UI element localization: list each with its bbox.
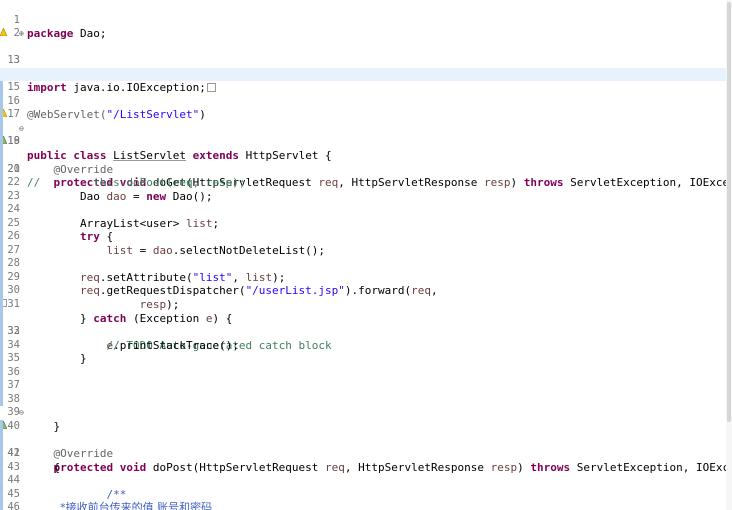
code-line-26: 26 list = dao.selectNotDeleteList();: [0, 217, 732, 257]
code-line-16: 16 @WebServlet("/ListServlet"): [0, 81, 732, 122]
code-line-31: 31 } catch (Exception e) {: [0, 284, 732, 325]
code-line-35: 35: [0, 339, 732, 364]
code-line-23: 23: [0, 176, 732, 202]
code-line-46: 46 */: [0, 488, 732, 510]
code-line-32: 32 // TODO Auto-generated catch block: [0, 298, 732, 352]
code-line-39: 39 }: [0, 393, 732, 433]
scrollbar-thumb[interactable]: [727, 2, 731, 422]
code-line-36: 36: [0, 352, 732, 378]
fold-collapse-icon[interactable]: ⊕: [19, 27, 24, 41]
code-line-30: 30 resp);: [0, 271, 732, 311]
code-editor[interactable]: 1 package Dao; 2 3 ⊕ import java.io.IOEx…: [0, 0, 732, 510]
code-line-3: 3 ⊕ import java.io.IOException;: [0, 27, 732, 94]
code-line-20: 20 protected void doGet(HttpServletReque…: [0, 135, 732, 189]
code-line-37: 37: [0, 366, 732, 391]
code-line-17: 17: [0, 95, 732, 120]
fold-expand-icon[interactable]: ⊖: [19, 122, 24, 136]
code-line-21: 21 // this.doPost(req, resp);: [0, 149, 732, 190]
code-line-42: 42 {: [0, 434, 732, 474]
code-line-24: 24 ArrayList<user> list;: [0, 190, 732, 230]
code-line-19: 19 ⊖ @Override: [0, 122, 732, 176]
code-line-41: 41 protected void doPost(HttpServletRequ…: [0, 420, 732, 474]
fold-expand-icon[interactable]: ⊖: [19, 406, 24, 420]
current-line-highlight: 15: [0, 67, 732, 93]
code-line-25: 25 try {: [0, 203, 732, 244]
code-line-33: 33 e.printStackTrace();: [0, 312, 732, 352]
change-bar-2: [0, 420, 3, 510]
code-line-40: 40 ⊖ @Override: [0, 406, 732, 460]
change-bar-1: [0, 81, 3, 406]
editor-lines: 1 package Dao; 2 3 ⊕ import java.io.IOEx…: [0, 0, 732, 510]
quick-diff-ruler: [0, 81, 3, 510]
code-line-22: 22 Dao dao = new Dao();: [0, 163, 732, 203]
code-line-44: 44 /**: [0, 461, 732, 501]
code-line-27: 27: [0, 230, 732, 256]
code-line-2: 2: [0, 14, 732, 39]
code-line-13: 13: [0, 41, 732, 66]
code-line-14: 14: [0, 54, 732, 80]
code-line-28: 28 req.setAttribute("list", list);: [0, 244, 732, 284]
code-line-47: 47: [0, 501, 732, 510]
code-line-43: 43: [0, 447, 732, 473]
code-line-29: 29 req.getRequestDispatcher("/userList.j…: [0, 257, 732, 298]
code-line-45: 45 *接收前台传来的值 账号和密码: [0, 474, 732, 510]
vertical-scrollbar[interactable]: [726, 0, 732, 510]
code-line-34: 34 }: [0, 325, 732, 366]
code-line-18: 18 public class ListServlet extends Http…: [0, 108, 732, 162]
code-line-38: 38: [0, 379, 732, 405]
code-line-1: 1 package Dao;: [0, 0, 732, 41]
